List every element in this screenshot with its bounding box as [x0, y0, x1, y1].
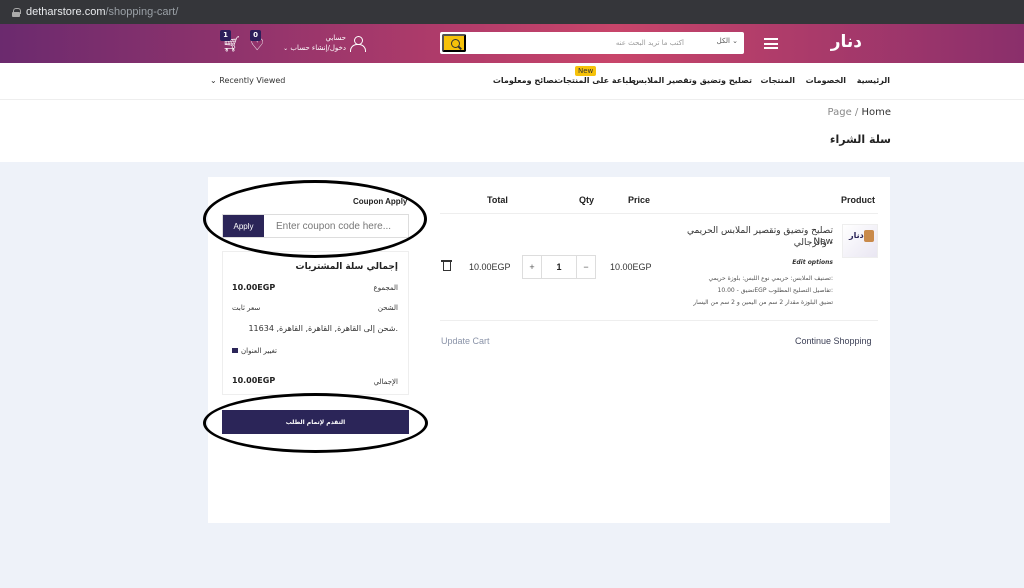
url-path: /shopping-cart/ — [105, 6, 179, 18]
account-menu[interactable]: حسابي ⌄ دخول/إنشاء حساب — [276, 33, 346, 54]
table-divider — [440, 320, 878, 321]
quantity-stepper: + 1 − — [522, 255, 596, 279]
trash-icon[interactable] — [441, 260, 452, 271]
account-greeting: حسابي — [325, 34, 347, 42]
cart-totals: إجمالي سلة المشتريات المجموع 10.00EGP ال… — [222, 251, 409, 395]
breadcrumb-home[interactable]: Home — [861, 107, 891, 118]
totals-title: إجمالي سلة المشتريات — [295, 262, 398, 272]
edit-options-link[interactable]: Edit options — [792, 259, 833, 266]
total-value: 10.00EGP — [232, 376, 276, 385]
lock-icon — [12, 7, 21, 17]
product-option-line: تضيق - 10.00EGP تفاصيل التصليح المطلوب: — [717, 287, 833, 294]
page-heading-area: Page / Home سلة الشراء — [0, 100, 1024, 162]
nav-item-products[interactable]: المنتجات — [761, 76, 795, 85]
annotation-ellipse-coupon — [203, 180, 427, 258]
main-nav: الرئيسية الخصومات المنتجات تصليح وتضيق و… — [0, 63, 1024, 100]
nav-item-discounts[interactable]: الخصومات — [806, 76, 846, 85]
header-qty: Qty — [579, 195, 595, 205]
product-price: 10.00EGP — [610, 262, 652, 272]
account-action: دخول/إنشاء حساب — [290, 44, 346, 52]
subtotal-label: المجموع — [373, 284, 398, 292]
search-category-label: الكل — [716, 37, 730, 45]
nav-item-tailoring[interactable]: تصليح وتضيق وتقصير الملابس — [633, 76, 752, 85]
url-text[interactable]: detharstore.com/shopping-cart/ — [26, 6, 178, 18]
product-thumbnail[interactable] — [842, 224, 878, 258]
recently-viewed-label: Recently Viewed — [219, 76, 286, 85]
menu-icon[interactable] — [764, 38, 778, 49]
product-total: 10.00EGP — [469, 262, 511, 272]
product-option-line: تصنيف الملابس: حريمي نوع اللبس: بلوزة حر… — [708, 275, 834, 282]
truck-icon — [232, 348, 238, 353]
chevron-down-icon: ⌄ — [210, 76, 217, 85]
nav-item-printing[interactable]: طباعة على المنتجات — [555, 76, 636, 85]
header-price: Price — [628, 195, 651, 205]
search-icon[interactable] — [442, 34, 466, 52]
product-name-suffix[interactable]: New — [813, 237, 833, 247]
cart-count-badge: 1 — [220, 30, 231, 41]
search-input[interactable] — [470, 32, 690, 54]
url-domain: detharstore.com — [26, 6, 106, 18]
update-cart-button[interactable]: Update Cart — [441, 336, 490, 346]
search-bar: الكل ⌄ — [440, 32, 744, 54]
breadcrumb-current: Page — [827, 107, 852, 118]
nav-item-tips[interactable]: نصائح ومعلومات — [493, 76, 557, 85]
increase-qty-button[interactable]: + — [523, 256, 541, 278]
search-category-select[interactable]: الكل ⌄ — [717, 37, 738, 45]
site-header: دنار الكل ⌄ حسابي ⌄ دخول/إنشاء حساب ♡ 0 … — [0, 24, 1024, 63]
quantity-value[interactable]: 1 — [541, 256, 577, 278]
nav-item-home[interactable]: الرئيسية — [857, 76, 890, 85]
annotation-ellipse-checkout — [203, 393, 428, 453]
wishlist-count-badge: 0 — [250, 30, 261, 41]
shipping-address: شحن إلى القاهرة, القاهرة, القاهرة, 11634… — [248, 324, 398, 333]
shipping-label: الشحن — [377, 304, 398, 312]
change-address-link[interactable]: تغيير العنوان — [241, 347, 277, 355]
decrease-qty-button[interactable]: − — [577, 256, 595, 278]
product-name[interactable]: تصليح وتضيق وتقصير الملابس الحريمي والرج… — [653, 225, 833, 249]
breadcrumb: Page / Home — [827, 107, 891, 118]
header-total: Total — [487, 195, 508, 205]
subtotal-value: 10.00EGP — [232, 283, 276, 292]
continue-shopping-link[interactable]: Continue Shopping — [795, 336, 872, 346]
header-product: Product — [841, 195, 876, 205]
product-option-line: تضيق البلوزة مقدار 2 سم من اليمين و 2 سم… — [693, 299, 833, 306]
browser-address-bar[interactable]: detharstore.com/shopping-cart/ — [0, 0, 1024, 24]
new-badge: New — [575, 66, 597, 76]
total-label: الإجمالي — [373, 378, 398, 386]
shipping-method: سعر ثابت — [232, 304, 261, 312]
recently-viewed-dropdown[interactable]: ⌄ Recently Viewed — [210, 76, 285, 85]
site-logo[interactable]: دنار — [831, 32, 862, 52]
logo-text: دنار — [830, 32, 862, 52]
user-icon[interactable] — [350, 36, 366, 52]
table-divider — [440, 213, 878, 214]
page-title: سلة الشراء — [829, 133, 891, 146]
